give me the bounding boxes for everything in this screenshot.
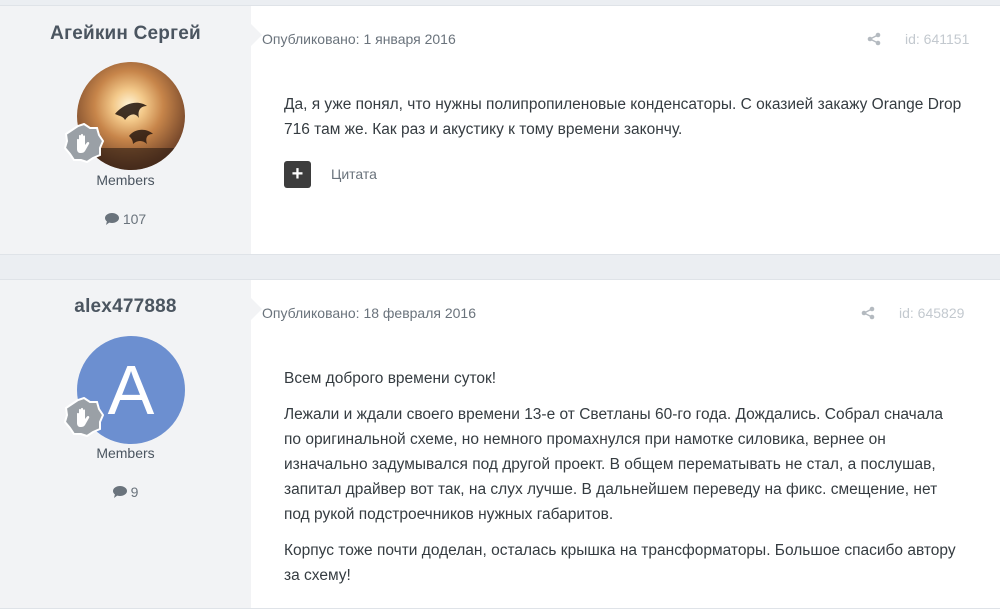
plus-icon: + — [291, 163, 304, 185]
post-id[interactable]: id: 641151 — [905, 31, 969, 47]
post-date[interactable]: Опубликовано: 18 февраля 2016 — [262, 305, 476, 321]
share-icon[interactable] — [861, 306, 875, 325]
author-arrow — [251, 298, 262, 320]
post-count: 107 — [0, 211, 251, 228]
post-2: alex477888 A Members 9 Опубликовано: 18 … — [0, 279, 1000, 609]
post-count: 9 — [0, 484, 251, 501]
post-paragraph: Всем доброго времени суток! — [284, 370, 497, 387]
author-panel: Агейкин Сергей Members 107 — [0, 6, 251, 254]
post-paragraph: Корпус тоже почти доделан, осталась крыш… — [284, 542, 956, 584]
author-name-link[interactable]: alex477888 — [0, 296, 251, 318]
comment-icon — [112, 485, 127, 501]
quote-link[interactable]: Цитата — [331, 166, 377, 182]
multiquote-button[interactable]: + — [284, 161, 311, 188]
rank-badge-icon — [63, 122, 105, 164]
comment-icon — [104, 212, 119, 228]
post-id[interactable]: id: 645829 — [899, 305, 964, 321]
post-content: Да, я уже понял, что нужны полипропилено… — [284, 92, 964, 153]
share-icon[interactable] — [867, 32, 881, 51]
post-1: Агейкин Сергей Members 107 Опубликовано:… — [0, 5, 1000, 255]
post-count-value: 107 — [122, 211, 147, 227]
post-paragraph: Лежали и ждали своего времени 13-е от Св… — [284, 406, 944, 523]
post-count-value: 9 — [130, 484, 139, 500]
author-role: Members — [96, 445, 155, 461]
author-panel: alex477888 A Members 9 — [0, 280, 251, 608]
author-name-link[interactable]: Агейкин Сергей — [0, 23, 251, 45]
post-date[interactable]: Опубликовано: 1 января 2016 — [262, 31, 456, 47]
author-arrow — [251, 24, 262, 46]
post-content: Всем доброго времени суток! Лежали и жда… — [284, 366, 964, 599]
author-role: Members — [96, 172, 155, 188]
post-paragraph: Да, я уже понял, что нужны полипропилено… — [284, 96, 962, 138]
rank-badge-icon — [63, 396, 105, 438]
